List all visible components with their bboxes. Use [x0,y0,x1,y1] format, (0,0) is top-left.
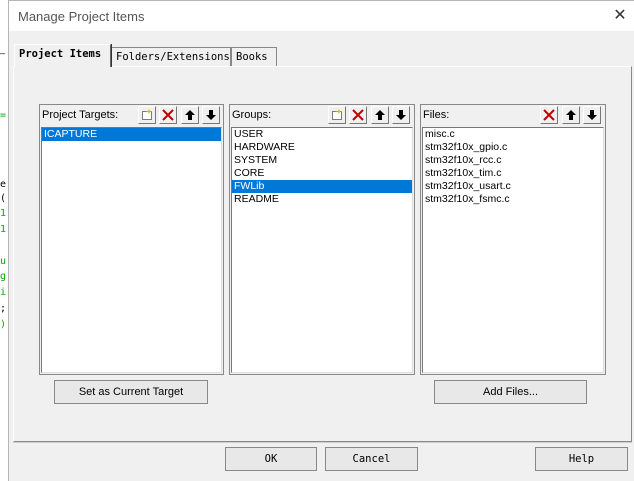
delete-group-button[interactable] [349,106,367,124]
code-fragment: i [0,287,7,298]
target-item[interactable]: ICAPTURE [42,128,221,141]
delete-file-button[interactable] [540,106,558,124]
code-fragment: g [0,271,7,282]
close-icon[interactable]: ✕ [611,7,629,25]
new-item-icon [332,109,342,120]
files-panel: Files: misc.c stm32f10x_gpio.c stm32f10x… [420,104,606,375]
new-group-button[interactable] [328,106,346,124]
code-fragment: u [0,256,7,267]
move-file-up-button[interactable] [562,106,580,124]
code-fragment: 1 [0,224,7,235]
group-item[interactable]: SYSTEM [232,154,412,167]
group-item[interactable]: README [232,193,412,206]
move-up-arrow-icon [185,110,195,120]
move-target-down-button[interactable] [202,106,220,124]
manage-project-items-dialog: Manage Project Items ✕ Project Items Fol… [8,0,634,481]
groups-label: Groups: [232,109,272,121]
group-item[interactable]: FWLib [232,180,412,193]
file-item[interactable]: stm32f10x_fsmc.c [423,193,603,206]
cancel-button[interactable]: Cancel [325,447,418,471]
set-current-target-button[interactable]: Set as Current Target [54,380,208,404]
editor-tab-fragment: _ [0,44,6,54]
project-targets-label: Project Targets: [42,109,119,121]
group-item[interactable]: USER [232,128,412,141]
delete-x-icon [162,109,174,121]
move-down-arrow-icon [206,110,216,120]
project-targets-panel: Project Targets: ICAPTURE [39,104,224,375]
delete-target-button[interactable] [159,106,177,124]
ok-button[interactable]: OK [225,447,317,471]
add-files-button[interactable]: Add Files... [434,380,587,404]
tab-folders-extensions[interactable]: Folders/Extensions [111,47,231,66]
file-item[interactable]: stm32f10x_usart.c [423,180,603,193]
move-group-up-button[interactable] [371,106,389,124]
code-fragment: ) [0,319,7,330]
code-fragment: e [0,179,7,190]
editor-top-strip [0,0,8,38]
files-list[interactable]: misc.c stm32f10x_gpio.c stm32f10x_rcc.c … [422,127,604,373]
groups-list[interactable]: USER HARDWARE SYSTEM CORE FWLib README [231,127,413,373]
group-item[interactable]: CORE [232,167,412,180]
move-up-arrow-icon [375,110,385,120]
move-target-up-button[interactable] [181,106,199,124]
code-fragment: ; [0,303,7,314]
files-label: Files: [423,109,450,121]
new-target-button[interactable] [138,106,156,124]
new-item-icon [142,109,152,120]
code-fragment: ( [0,193,7,204]
group-item[interactable]: HARDWARE [232,141,412,154]
code-fragment: 1 [0,208,7,219]
groups-header: Groups: [230,105,414,125]
dialog-title: Manage Project Items [18,9,145,24]
move-up-arrow-icon [566,110,576,120]
help-button[interactable]: Help [535,447,628,471]
move-group-down-button[interactable] [392,106,410,124]
tab-project-items[interactable]: Project Items [14,44,111,67]
code-fragment: = [0,110,7,121]
targets-list[interactable]: ICAPTURE [41,127,222,373]
move-down-arrow-icon [587,110,597,120]
file-item[interactable]: stm32f10x_rcc.c [423,154,603,167]
file-item[interactable]: stm32f10x_gpio.c [423,141,603,154]
separator [13,442,632,443]
tab-books[interactable]: Books [231,47,277,66]
delete-x-icon [352,109,364,121]
files-header: Files: [421,105,605,125]
file-item[interactable]: stm32f10x_tim.c [423,167,603,180]
file-item[interactable]: misc.c [423,128,603,141]
move-file-down-button[interactable] [583,106,601,124]
title-bar: Manage Project Items ✕ [9,1,634,31]
move-down-arrow-icon [396,110,406,120]
groups-panel: Groups: USER HARDWARE SYSTEM CORE FWLib … [229,104,415,375]
project-targets-header: Project Targets: [40,105,223,125]
delete-x-icon [543,109,555,121]
